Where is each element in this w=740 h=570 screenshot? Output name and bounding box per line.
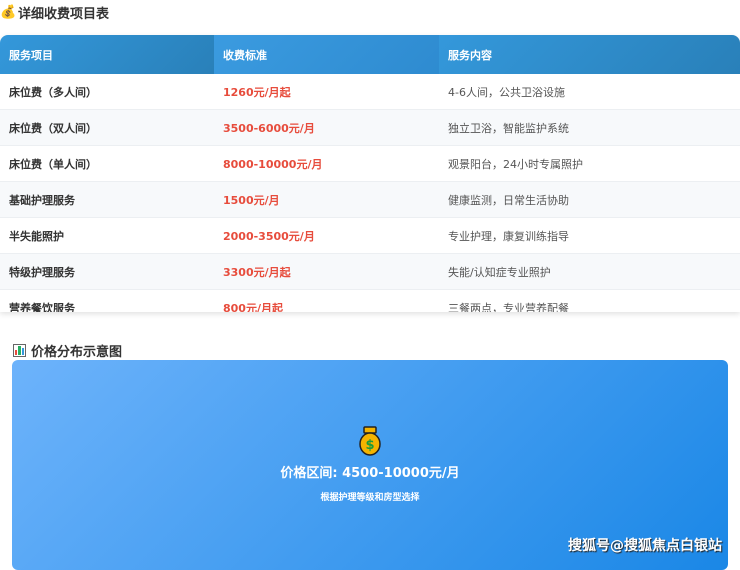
cell-price: 2000-3500元/月 — [214, 217, 439, 254]
section-title-text: 价格分布示意图 — [31, 344, 123, 360]
section-title-text: 详细收费项目表 — [18, 6, 110, 22]
watermark: 搜狐号@搜狐焦点白银站 — [568, 538, 722, 554]
cell-price: 1500元/月 — [214, 181, 439, 218]
table-row: 床位费（双人间） 3500-6000元/月 独立卫浴，智能监护系统 — [0, 109, 740, 146]
cell-item: 营养餐饮服务 — [0, 289, 214, 312]
cell-content: 独立卫浴，智能监护系统 — [439, 109, 740, 146]
bar-chart-icon — [13, 343, 26, 357]
cell-price: 3500-6000元/月 — [214, 109, 439, 146]
table-row: 半失能照护 2000-3500元/月 专业护理，康复训练指导 — [0, 217, 740, 254]
cell-content: 专业护理，康复训练指导 — [439, 217, 740, 254]
price-range-note: 根据护理等级和房型选择 — [320, 493, 420, 503]
cell-item: 基础护理服务 — [0, 181, 214, 218]
fee-table: 服务项目 收费标准 服务内容 床位费（多人间） 1260元/月起 4-6人间，公共卫… — [0, 35, 740, 312]
cell-item: 床位费（多人间） — [0, 74, 214, 110]
cell-price: 8000-10000元/月 — [214, 145, 439, 182]
money-bag-icon: $ — [359, 426, 381, 456]
cell-price: 1260元/月起 — [214, 74, 439, 110]
cell-content: 健康监测，日常生活协助 — [439, 181, 740, 218]
cell-item: 床位费（单人间） — [0, 145, 214, 182]
column-header-price: 收费标准 — [214, 35, 439, 74]
table-row: 床位费（单人间） 8000-10000元/月 观景阳台，24小时专属照护 — [0, 145, 740, 182]
price-range-text: 价格区间: 4500-10000元/月 — [280, 466, 460, 481]
section-title-fees: 💰 详细收费项目表 — [0, 2, 109, 22]
money-bag-icon: 💰 — [0, 4, 17, 20]
cell-content: 4-6人间，公共卫浴设施 — [439, 74, 740, 110]
cell-item: 床位费（双人间） — [0, 109, 214, 146]
table-row: 特级护理服务 3300元/月起 失能/认知症专业照护 — [0, 253, 740, 290]
cell-content: 失能/认知症专业照护 — [439, 253, 740, 290]
table-row: 营养餐饮服务 800元/月起 三餐两点，专业营养配餐 — [0, 289, 740, 312]
column-header-content: 服务内容 — [439, 35, 740, 74]
cell-content: 观景阳台，24小时专属照护 — [439, 145, 740, 182]
cell-price: 800元/月起 — [214, 289, 439, 312]
cell-item: 半失能照护 — [0, 217, 214, 254]
fee-table-card: 服务项目 收费标准 服务内容 床位费（多人间） 1260元/月起 4-6人间，公共卫… — [0, 35, 740, 312]
cell-price: 3300元/月起 — [214, 253, 439, 290]
cell-item: 特级护理服务 — [0, 253, 214, 290]
section-title-distribution: 价格分布示意图 — [13, 341, 123, 360]
svg-text:$: $ — [365, 438, 374, 453]
column-header-item: 服务项目 — [0, 35, 214, 74]
table-row: 床位费（多人间） 1260元/月起 4-6人间，公共卫浴设施 — [0, 74, 740, 110]
table-header-row: 服务项目 收费标准 服务内容 — [0, 35, 740, 74]
table-row: 基础护理服务 1500元/月 健康监测，日常生活协助 — [0, 181, 740, 218]
cell-content: 三餐两点，专业营养配餐 — [439, 289, 740, 312]
